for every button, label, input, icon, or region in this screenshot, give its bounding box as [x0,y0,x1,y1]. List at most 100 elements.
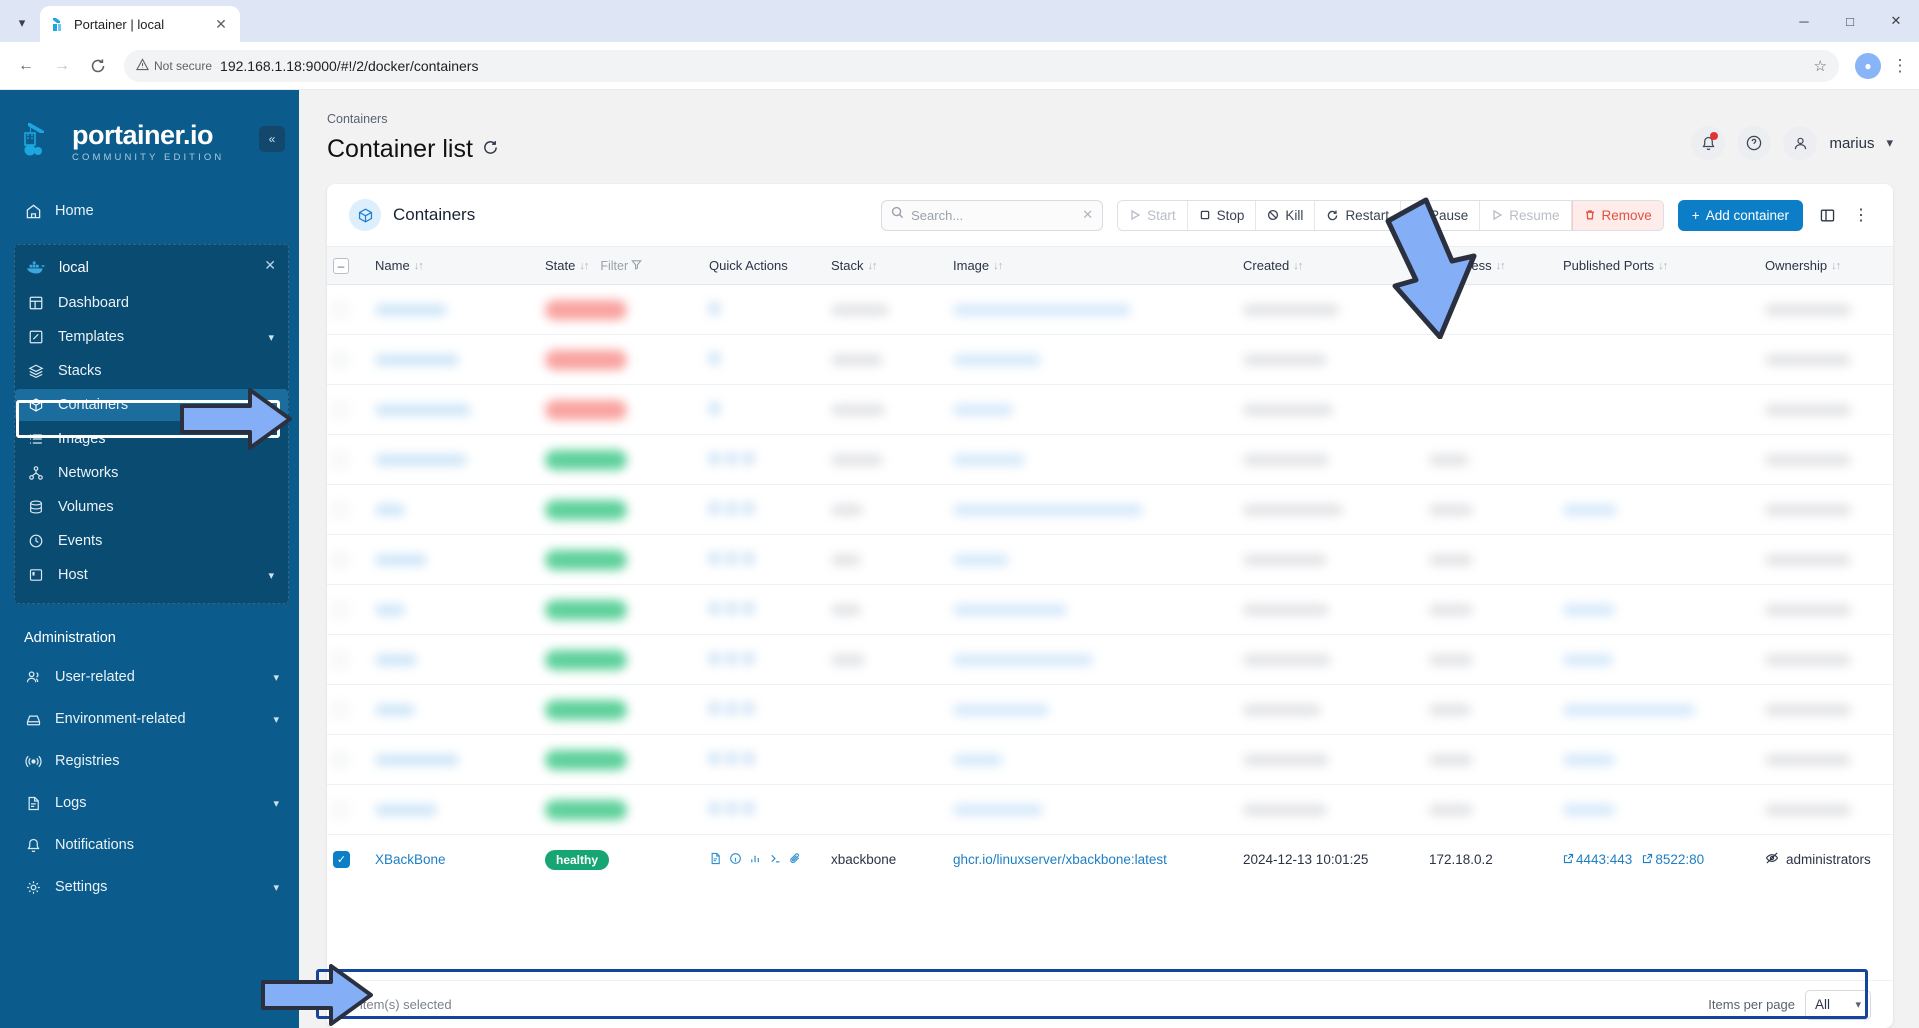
cell-image[interactable] [947,584,1237,635]
minimize-icon[interactable]: ─ [1781,0,1827,42]
indeterminate-checkbox-icon[interactable]: – [333,257,349,274]
clear-search-icon[interactable]: ✕ [1082,207,1093,223]
table-row[interactable] [327,334,1893,385]
refresh-icon[interactable] [482,139,499,161]
row-checkbox[interactable] [327,684,369,735]
remove-button[interactable]: Remove [1571,200,1663,230]
column-header-ip-address[interactable]: IP Address ↓↑ [1423,246,1557,285]
cell-ports[interactable] [1557,584,1759,635]
cell-ports[interactable] [1557,784,1759,835]
sidebar-item-dashboard[interactable]: Dashboard [15,287,288,319]
cell-ports[interactable] [1557,284,1759,335]
cell-quick-actions[interactable] [703,384,825,435]
kebab-menu-icon[interactable]: ⋮ [1891,56,1909,76]
column-header-created[interactable]: Created ↓↑ [1237,246,1423,285]
table-row[interactable] [327,784,1893,835]
column-header-ownership[interactable]: Ownership ↓↑ [1759,246,1893,285]
row-checkbox[interactable] [327,484,369,535]
sidebar-item-logs[interactable]: Logs ▾ [0,787,299,819]
table-row[interactable] [327,634,1893,685]
cell-image[interactable] [947,684,1237,735]
cell-name[interactable] [369,684,539,735]
cell-ports[interactable] [1557,484,1759,535]
cell-name[interactable] [369,584,539,635]
published-port-link[interactable]: 4443:443 [1563,852,1632,867]
cell-ports[interactable] [1557,434,1759,485]
sidebar-item-images[interactable]: Images [15,423,288,455]
cell-quick-actions[interactable] [703,284,825,335]
cell-quick-actions[interactable] [703,684,825,735]
sidebar-item-home[interactable]: Home [0,195,299,227]
maximize-icon[interactable]: □ [1827,0,1873,42]
sidebar-item-registries[interactable]: Registries [0,745,299,777]
close-icon[interactable]: ✕ [212,17,230,31]
console-icon[interactable] [769,852,782,868]
forward-icon[interactable]: → [46,50,78,82]
tab-search-icon[interactable]: ▾ [4,6,40,40]
chevron-down-icon[interactable]: ▾ [273,671,279,684]
column-header-image[interactable]: Image ↓↑ [947,246,1237,285]
resume-button[interactable]: Resume [1480,200,1572,230]
search-input[interactable]: Search... ✕ [881,199,1104,231]
cell-quick-actions[interactable] [703,434,825,485]
info-icon[interactable] [729,852,742,868]
cell-image[interactable] [947,734,1237,785]
restart-button[interactable]: Restart [1315,200,1401,230]
row-checkbox[interactable] [327,584,369,635]
chevron-down-icon[interactable]: ▾ [268,569,274,582]
security-indicator[interactable]: Not secure [135,57,212,74]
avatar[interactable]: ● [1855,52,1881,79]
items-per-page-select[interactable]: All ▾ [1805,989,1871,1020]
cell-name[interactable] [369,284,539,335]
address-bar[interactable]: Not secure 192.168.1.18:9000/#!/2/docker… [124,49,1839,82]
cell-ports[interactable] [1557,734,1759,785]
cell-name[interactable] [369,434,539,485]
table-row[interactable] [327,734,1893,785]
add-container-button[interactable]: + Add container [1677,199,1803,231]
attach-icon[interactable] [789,852,802,868]
cell-name[interactable] [369,784,539,835]
notifications-button[interactable] [1691,126,1726,160]
row-checkbox[interactable] [327,634,369,685]
back-icon[interactable]: ← [10,50,42,82]
cell-ports[interactable]: 4443:443 8522:80 [1557,834,1759,885]
cell-quick-actions[interactable] [703,484,825,535]
cell-name[interactable] [369,334,539,385]
cell-quick-actions[interactable] [703,534,825,585]
sidebar-item-environment-related[interactable]: Environment-related ▾ [0,703,299,735]
close-icon[interactable]: ✕ [264,257,276,274]
column-header-published-ports[interactable]: Published Ports ↓↑ [1557,246,1759,285]
row-checkbox[interactable] [327,784,369,835]
cell-ports[interactable] [1557,634,1759,685]
row-checkbox[interactable] [327,534,369,585]
sidebar-collapse-button[interactable]: « [259,126,285,152]
cell-image[interactable] [947,484,1237,535]
user-avatar[interactable] [1783,126,1818,160]
select-all-header[interactable]: – [327,246,369,285]
cell-image[interactable] [947,434,1237,485]
columns-icon[interactable] [1817,207,1837,224]
browser-tab[interactable]: Portainer | local ✕ [40,6,240,42]
kill-button[interactable]: Kill [1256,200,1316,230]
cell-name[interactable] [369,384,539,435]
help-button[interactable] [1737,126,1772,160]
breadcrumb[interactable]: Containers [327,112,499,126]
table-row[interactable] [327,284,1893,335]
cell-name[interactable] [369,534,539,585]
cell-image[interactable] [947,534,1237,585]
table-row[interactable] [327,484,1893,535]
sidebar-item-events[interactable]: Events [15,525,288,557]
chevron-down-icon[interactable]: ▾ [273,881,279,894]
cell-ports[interactable] [1557,534,1759,585]
start-button[interactable]: Start [1118,200,1188,230]
kebab-menu-icon[interactable]: ⋮ [1851,205,1871,225]
cell-image[interactable] [947,334,1237,385]
cell-name[interactable] [369,734,539,785]
sidebar-item-host[interactable]: Host ▾ [15,559,288,591]
sidebar-item-notifications[interactable]: Notifications [0,829,299,861]
cell-quick-actions[interactable] [703,734,825,785]
published-port-link[interactable]: 8522:80 [1642,852,1704,867]
stats-icon[interactable] [749,852,762,868]
chevron-down-icon[interactable]: ▾ [268,331,274,344]
user-name[interactable]: marius [1829,135,1874,152]
